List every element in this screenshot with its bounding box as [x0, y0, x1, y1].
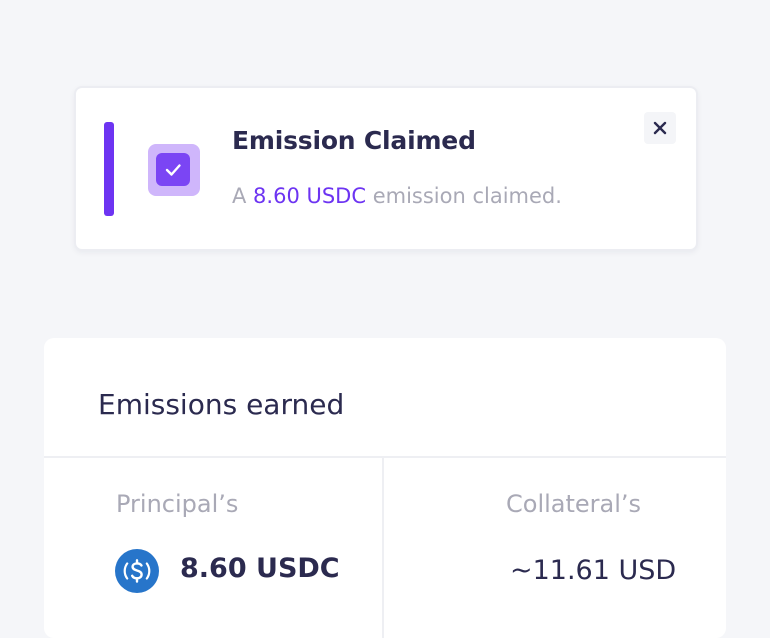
collateral-label: Collateral’s: [506, 490, 642, 518]
emissions-earned-card: Emissions earned Principal’s 8.60 USDC C…: [44, 338, 726, 638]
toast-message-amount: 8.60 USDC: [253, 184, 367, 208]
emission-claimed-toast: Emission Claimed A 8.60 USDC emission cl…: [74, 86, 698, 251]
card-divider: [44, 456, 726, 458]
card-title: Emissions earned: [98, 388, 345, 421]
close-button[interactable]: [644, 112, 676, 144]
principal-value: 8.60 USDC: [180, 553, 340, 584]
toast-message-suffix: emission claimed.: [366, 184, 562, 208]
principal-label: Principal’s: [116, 490, 239, 518]
column-divider: [382, 458, 384, 638]
toast-accent-bar: [104, 122, 114, 216]
collateral-value: ~11.61 USD: [510, 555, 677, 586]
toast-check-badge: [148, 144, 200, 196]
close-icon[interactable]: [653, 121, 667, 135]
toast-message-prefix: A: [232, 184, 254, 208]
check-icon: [156, 153, 190, 186]
toast-message: A 8.60 USDC emission claimed.: [232, 184, 562, 208]
toast-title: Emission Claimed: [232, 126, 476, 155]
usdc-icon: [114, 548, 160, 594]
